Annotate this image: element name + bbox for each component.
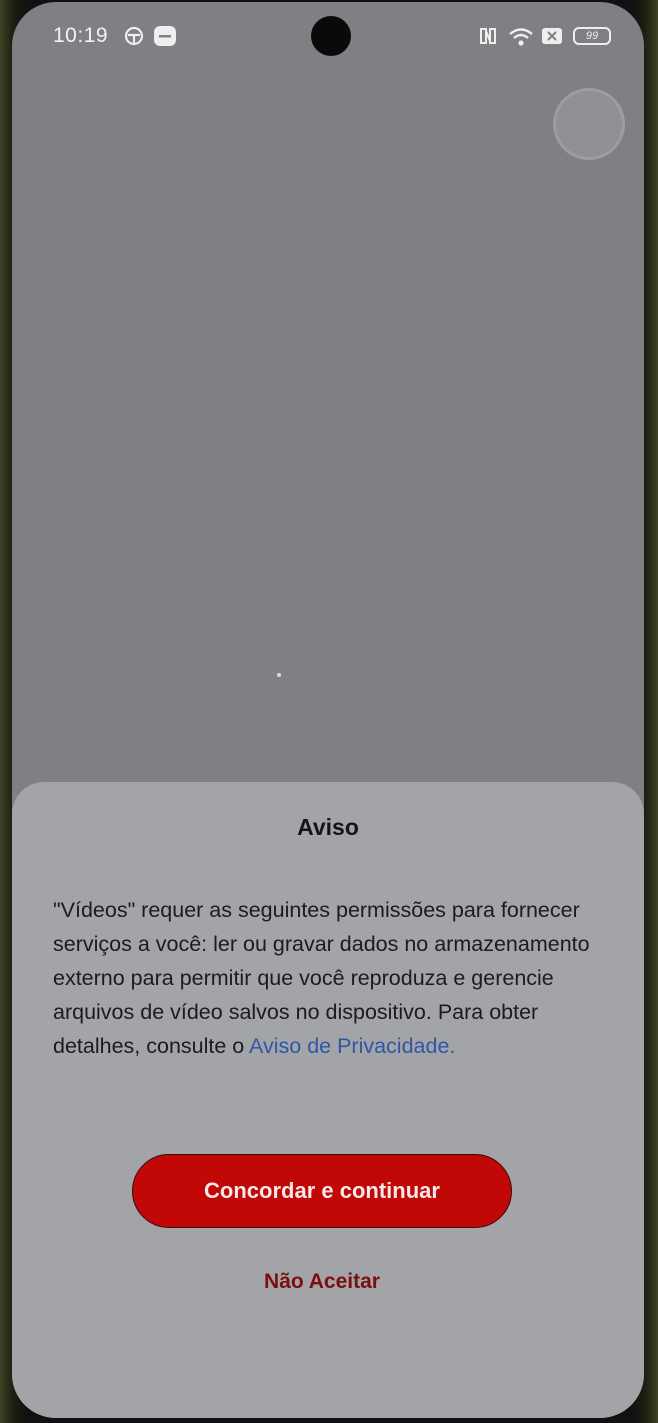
agree-and-continue-button[interactable]: Concordar e continuar — [132, 1154, 512, 1228]
front-camera — [311, 16, 351, 56]
dialog-title: Aviso — [297, 814, 359, 840]
privacy-notice-link[interactable]: Aviso de Privacidade — [249, 1034, 449, 1058]
wifi-icon — [509, 28, 533, 46]
shield-app-icon — [124, 26, 144, 46]
battery-icon: 99 — [573, 27, 611, 45]
dialog-message: "Vídeos" requer as seguintes permissões … — [53, 893, 603, 1063]
nfc-icon — [480, 28, 496, 44]
phone-frame: 10:19 99 Aviso "Vídeos" requer as seguin… — [0, 0, 658, 1423]
status-time: 10:19 — [53, 24, 109, 47]
app-notification-icon — [154, 26, 176, 46]
floating-assistive-button[interactable] — [553, 88, 625, 160]
dialog-body-end: . — [449, 1034, 456, 1058]
phone-screen: 10:19 99 Aviso "Vídeos" requer as seguin… — [12, 2, 644, 1418]
decline-button[interactable]: Não Aceitar — [172, 1262, 472, 1302]
status-bar: 10:19 99 — [12, 2, 644, 72]
battery-level: 99 — [585, 30, 599, 42]
sim-off-icon — [542, 28, 562, 44]
loading-dot — [277, 673, 281, 677]
permission-dialog: Aviso "Vídeos" requer as seguintes permi… — [12, 782, 644, 1418]
